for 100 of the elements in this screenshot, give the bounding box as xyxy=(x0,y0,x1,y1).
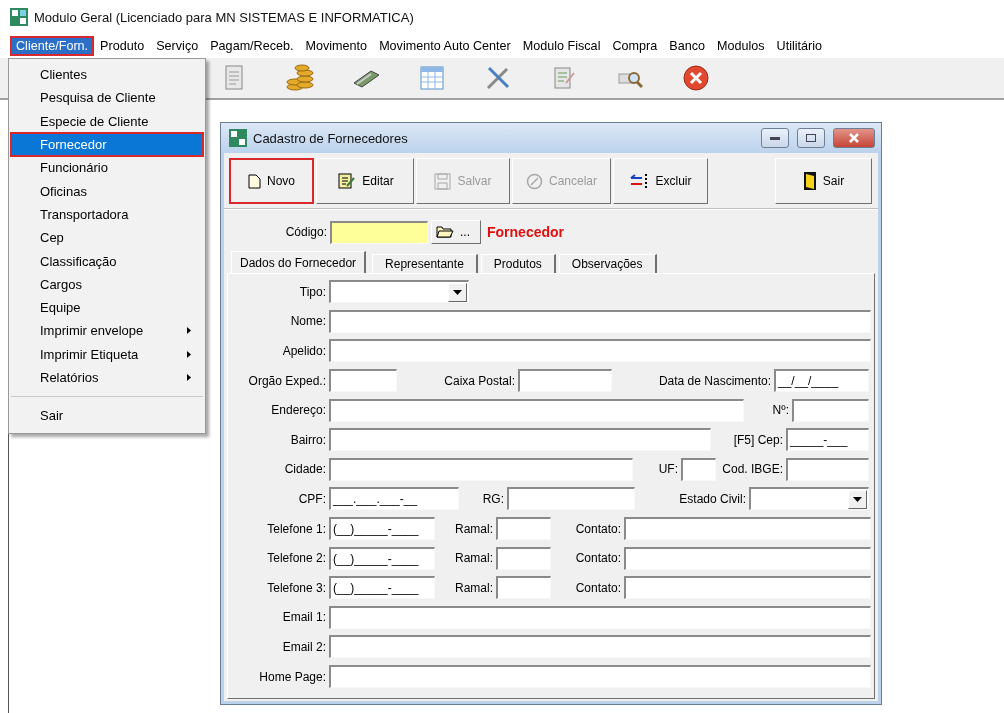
input-field[interactable] xyxy=(496,517,551,541)
field-label: Nome: xyxy=(289,314,327,329)
window-logo-icon xyxy=(229,129,247,147)
tab[interactable]: Representante xyxy=(372,254,478,273)
menu-item[interactable]: Imprimir envelope xyxy=(11,319,203,343)
minimize-button[interactable] xyxy=(761,128,789,148)
input-field[interactable] xyxy=(329,605,871,629)
menu-item[interactable]: Imprimir Etiqueta xyxy=(11,342,203,366)
menu-item[interactable]: Equipe xyxy=(11,295,203,320)
input-field[interactable] xyxy=(496,576,551,600)
menu-item[interactable]: Sair xyxy=(11,404,203,428)
field-label: Contato: xyxy=(574,521,622,536)
combo-box[interactable] xyxy=(749,487,869,511)
input-field[interactable] xyxy=(329,339,871,363)
menu-item[interactable]: Fornecedor xyxy=(11,132,203,157)
code-field[interactable] xyxy=(330,220,428,244)
menu-item[interactable]: Produto xyxy=(94,36,151,56)
toolbar-button[interactable]: Excluir xyxy=(613,158,708,204)
field-label: Contato: xyxy=(574,551,622,566)
input-field[interactable] xyxy=(507,487,635,511)
menu-item[interactable]: Pagam/Receb. xyxy=(204,36,300,56)
menu-item[interactable]: Movimento xyxy=(299,36,374,56)
table-icon[interactable] xyxy=(417,63,447,93)
input-field[interactable] xyxy=(681,457,716,481)
field-label: Data de Nascimento: xyxy=(657,373,772,388)
input-field[interactable]: (__)_____-____ xyxy=(329,576,435,600)
menu-item[interactable]: Banco xyxy=(663,36,711,56)
field-label: Telefone 2: xyxy=(266,551,327,566)
input-field[interactable] xyxy=(624,546,871,570)
close-icon[interactable] xyxy=(681,63,711,93)
tab[interactable]: Observações xyxy=(558,254,657,273)
field-label: Telefone 1: xyxy=(266,521,327,536)
field-label: CPF: xyxy=(297,491,327,506)
menu-item[interactable]: Clientes xyxy=(11,63,203,87)
tab[interactable]: Dados do Fornecedor xyxy=(231,251,367,273)
menu-item[interactable]: Movimento Auto Center xyxy=(373,36,517,56)
new-document-icon xyxy=(248,173,261,189)
toolbar-button[interactable]: Sair xyxy=(775,158,872,204)
field-label: UF: xyxy=(657,462,679,477)
menu-item[interactable]: Cliente/Forn. xyxy=(10,36,95,56)
input-field[interactable] xyxy=(329,309,871,333)
input-field[interactable] xyxy=(329,457,633,481)
menu-item[interactable]: Oficinas xyxy=(11,179,203,203)
field-label: Contato: xyxy=(574,580,622,595)
input-field[interactable]: (__)_____-____ xyxy=(329,546,435,570)
toolbar-button[interactable]: Editar xyxy=(316,158,414,204)
close-button[interactable] xyxy=(833,128,875,148)
menu-item[interactable]: Cargos xyxy=(11,272,203,296)
field-label: Bairro: xyxy=(289,432,327,447)
menu-item[interactable]: Compra xyxy=(606,36,664,56)
edit-document-icon xyxy=(336,172,357,190)
input-field[interactable] xyxy=(329,428,711,452)
field-label: Ramal: xyxy=(454,551,494,566)
field-label: Caixa Postal: xyxy=(443,373,516,388)
menu-item[interactable]: Modulos xyxy=(710,36,771,56)
lookup-button[interactable]: ... xyxy=(431,220,481,244)
menu-item[interactable]: Classificação xyxy=(11,249,203,273)
dropdown-arrow-icon xyxy=(453,289,462,295)
combo-box[interactable] xyxy=(329,280,469,304)
menu-item[interactable]: Cep xyxy=(11,226,203,250)
menu-item[interactable]: Utilitário xyxy=(770,36,829,56)
maximize-button[interactable] xyxy=(797,128,825,148)
door-icon xyxy=(802,171,817,191)
field-label: Código: xyxy=(284,225,328,239)
input-field[interactable]: _____-___ xyxy=(786,428,869,452)
toolbar-button[interactable]: Novo xyxy=(229,158,314,204)
input-field[interactable] xyxy=(624,576,871,600)
field-label: Telefone 3: xyxy=(266,580,327,595)
input-field[interactable] xyxy=(329,369,397,393)
input-field[interactable] xyxy=(518,369,612,393)
field-label: Ramal: xyxy=(454,521,494,536)
tab[interactable]: Produtos xyxy=(480,254,556,273)
submenu-arrow-icon xyxy=(187,374,191,381)
field-label: Estado Civil: xyxy=(678,491,747,506)
menu-item[interactable]: Pesquisa de Cliente xyxy=(11,86,203,110)
menu-item[interactable]: Modulo Fiscal xyxy=(516,36,607,56)
input-field[interactable]: __/__/____ xyxy=(774,369,869,393)
submenu-arrow-icon xyxy=(187,350,191,358)
input-field[interactable]: ___.___.___-__ xyxy=(329,487,459,511)
menu-item[interactable]: Serviço xyxy=(150,36,205,56)
input-field[interactable] xyxy=(329,635,871,659)
input-field[interactable] xyxy=(496,546,551,570)
input-field[interactable] xyxy=(792,398,869,422)
menu-item[interactable]: Transportadora xyxy=(11,202,203,227)
folder-icon xyxy=(436,226,454,238)
input-field[interactable] xyxy=(329,398,744,422)
menu-item[interactable]: Funcionário xyxy=(11,156,203,180)
input-field[interactable] xyxy=(786,457,869,481)
coins-icon[interactable] xyxy=(285,63,315,93)
dropdown-arrow-icon xyxy=(853,496,862,502)
entity-caption: Fornecedor xyxy=(487,224,564,240)
menu-item[interactable]: Relatórios xyxy=(11,365,203,390)
menu-item[interactable]: Especie de Cliente xyxy=(11,109,203,133)
field-label: Orgão Exped.: xyxy=(247,373,327,388)
input-field[interactable] xyxy=(624,517,871,541)
field-label: Email 2: xyxy=(281,639,327,654)
window-title: Modulo Geral (Licenciado para MN SISTEMAS E INFORMATICA) xyxy=(34,9,414,25)
input-field[interactable] xyxy=(329,665,871,688)
field-label: Tipo: xyxy=(298,284,327,299)
input-field[interactable]: (__)_____-____ xyxy=(329,517,435,541)
